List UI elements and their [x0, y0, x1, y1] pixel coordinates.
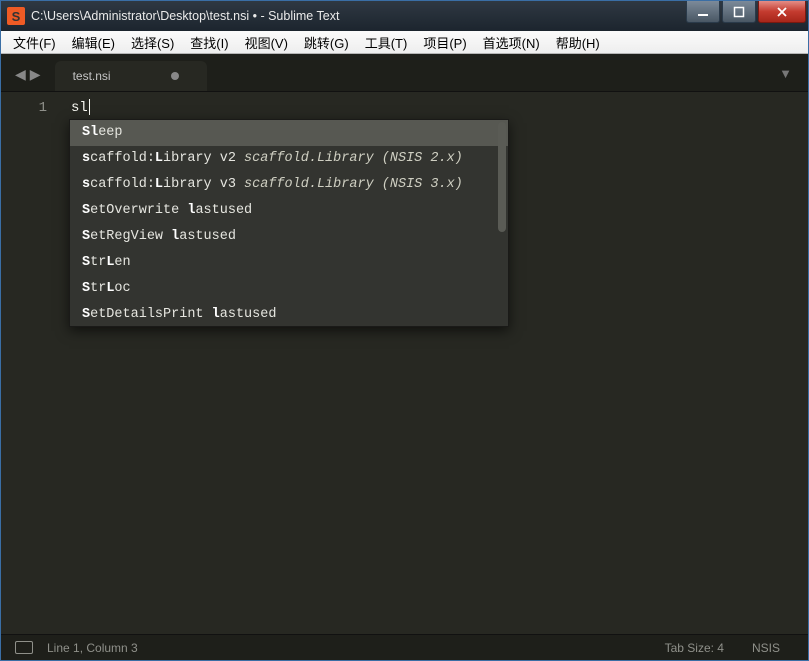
menu-help[interactable]: 帮助(H) — [548, 31, 608, 54]
autocomplete-item[interactable]: scaffold:Library v2 scaffold.Library (NS… — [70, 146, 508, 172]
window-title: C:\Users\Administrator\Desktop\test.nsi … — [31, 9, 684, 23]
autocomplete-list: Sleep scaffold:Library v2 scaffold.Libra… — [70, 120, 508, 326]
menu-select[interactable]: 选择(S) — [123, 31, 182, 54]
tab-next-icon[interactable]: ▶ — [30, 66, 41, 83]
tab-test-nsi[interactable]: test.nsi — [55, 61, 207, 91]
menu-project[interactable]: 项目(P) — [415, 31, 474, 54]
autocomplete-item[interactable]: StrLoc — [70, 276, 508, 302]
menu-preferences[interactable]: 首选项(N) — [475, 31, 548, 54]
menu-view[interactable]: 视图(V) — [237, 31, 296, 54]
tab-bar: ◀ ▶ test.nsi ▼ — [1, 54, 808, 92]
status-position[interactable]: Line 1, Column 3 — [47, 641, 138, 655]
menu-tools[interactable]: 工具(T) — [357, 31, 416, 54]
app-window: S C:\Users\Administrator\Desktop\test.ns… — [0, 0, 809, 661]
menu-find[interactable]: 查找(I) — [182, 31, 236, 54]
dirty-indicator-icon — [171, 72, 179, 80]
menubar: 文件(F) 编辑(E) 选择(S) 查找(I) 视图(V) 跳转(G) 工具(T… — [1, 31, 808, 54]
autocomplete-item[interactable]: SetRegView lastused — [70, 224, 508, 250]
app-icon: S — [7, 7, 25, 25]
titlebar[interactable]: S C:\Users\Administrator\Desktop\test.ns… — [1, 1, 808, 31]
line-number: 1 — [1, 98, 47, 118]
tab-nav: ◀ ▶ — [11, 66, 55, 91]
close-button[interactable] — [758, 1, 806, 23]
autocomplete-item[interactable]: scaffold:Library v3 scaffold.Library (NS… — [70, 172, 508, 198]
scrollbar-thumb[interactable] — [498, 122, 506, 232]
tab-prev-icon[interactable]: ◀ — [15, 66, 26, 83]
line-gutter: 1 — [1, 92, 59, 634]
tab-label: test.nsi — [73, 69, 111, 83]
menu-edit[interactable]: 编辑(E) — [64, 31, 123, 54]
autocomplete-item[interactable]: StrLen — [70, 250, 508, 276]
statusbar: Line 1, Column 3 Tab Size: 4 NSIS — [1, 634, 808, 660]
autocomplete-item[interactable]: Sleep — [70, 120, 508, 146]
menu-goto[interactable]: 跳转(G) — [296, 31, 357, 54]
autocomplete-item[interactable]: SetOverwrite lastused — [70, 198, 508, 224]
code-line-1[interactable]: sl — [71, 98, 808, 118]
panel-switcher-icon[interactable] — [15, 641, 33, 654]
status-tab-size[interactable]: Tab Size: 4 — [651, 641, 738, 655]
autocomplete-popup[interactable]: Sleep scaffold:Library v2 scaffold.Libra… — [69, 119, 509, 327]
status-syntax[interactable]: NSIS — [738, 641, 794, 655]
text-caret — [89, 99, 90, 115]
autocomplete-item[interactable]: SetDetailsPrint lastused — [70, 302, 508, 326]
editor-area[interactable]: 1 sl Sleep scaffold:Library v2 scaffold.… — [1, 92, 808, 634]
tab-dropdown-icon[interactable]: ▼ — [779, 66, 798, 91]
window-controls — [684, 1, 806, 23]
maximize-button[interactable] — [722, 1, 756, 23]
minimize-button[interactable] — [686, 1, 720, 23]
menu-file[interactable]: 文件(F) — [5, 31, 64, 54]
autocomplete-scrollbar[interactable] — [498, 122, 506, 324]
